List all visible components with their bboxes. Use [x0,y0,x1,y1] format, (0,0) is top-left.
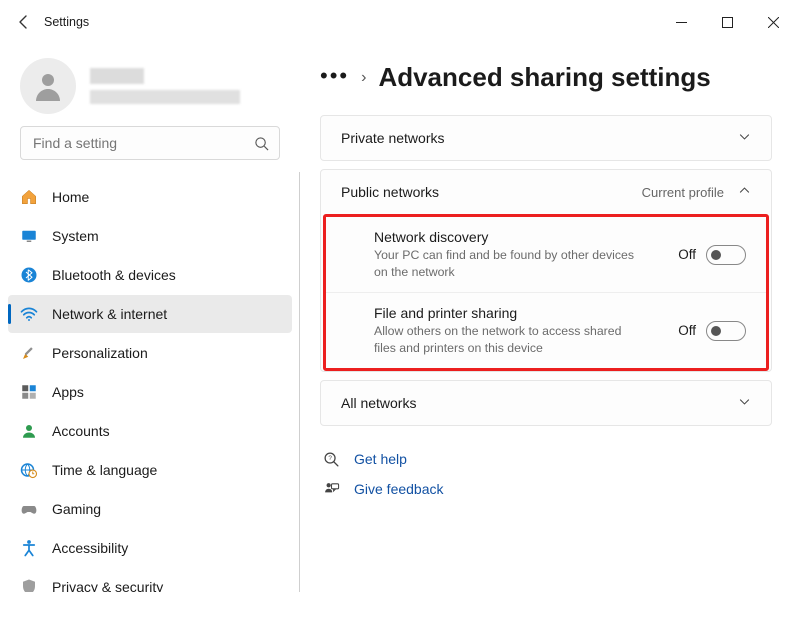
sidebar-item-label: Accounts [52,423,110,439]
minimize-icon [676,17,687,28]
nav-divider [299,172,300,592]
avatar [20,58,76,114]
setting-network-discovery: Network discovery Your PC can find and b… [326,217,766,292]
accessibility-icon [20,539,38,557]
accounts-icon [20,422,38,440]
search-icon [254,136,269,151]
arrow-left-icon [16,14,32,30]
toggle-file-printer-sharing[interactable] [706,321,746,341]
sidebar-item-label: System [52,228,99,244]
paintbrush-icon [20,344,38,362]
chevron-up-icon [738,184,751,200]
setting-title: File and printer sharing [374,305,666,321]
setting-title: Network discovery [374,229,666,245]
sidebar-item-gaming[interactable]: Gaming [8,490,292,528]
sidebar-item-label: Bluetooth & devices [52,267,176,283]
setting-description: Your PC can find and be found by other d… [374,247,644,280]
svg-text:?: ? [328,455,332,462]
sidebar-item-label: Gaming [52,501,101,517]
breadcrumb: ••• › Advanced sharing settings [320,62,772,93]
breadcrumb-ellipsis[interactable]: ••• [320,65,349,87]
link-label: Get help [354,451,407,467]
current-profile-label: Current profile [642,185,724,200]
sidebar-item-network[interactable]: Network & internet [8,295,292,333]
toggle-state-label: Off [678,323,696,338]
sidebar-item-label: Personalization [52,345,148,361]
section-all-networks[interactable]: All networks [320,380,772,426]
link-get-help[interactable]: ? Get help [320,444,772,474]
sidebar-item-home[interactable]: Home [8,178,292,216]
nav-list: Home System Bluetooth & devices Network … [0,172,300,592]
gaming-icon [20,500,38,518]
time-language-icon [20,461,38,479]
sidebar-item-accounts[interactable]: Accounts [8,412,292,450]
toggle-network-discovery[interactable] [706,245,746,265]
chevron-down-icon [738,395,751,411]
sidebar: Home System Bluetooth & devices Network … [0,44,300,633]
sidebar-item-personalization[interactable]: Personalization [8,334,292,372]
window-title: Settings [44,15,89,29]
profile-name-blurred [90,68,240,104]
sidebar-item-bluetooth[interactable]: Bluetooth & devices [8,256,292,294]
help-links: ? Get help Give feedback [320,444,772,504]
sidebar-item-time-language[interactable]: Time & language [8,451,292,489]
chevron-right-icon: › [361,69,366,87]
search-input[interactable] [31,134,254,152]
sidebar-item-system[interactable]: System [8,217,292,255]
sidebar-item-label: Network & internet [52,306,167,322]
link-label: Give feedback [354,481,444,497]
section-private-networks[interactable]: Private networks [320,115,772,161]
window-maximize-button[interactable] [704,6,750,38]
titlebar: Settings [0,0,800,44]
section-title: Public networks [341,184,439,200]
content-pane: ••• › Advanced sharing settings Private … [300,44,800,633]
section-public-header[interactable]: Public networks Current profile [321,170,771,214]
highlight-annotation: Network discovery Your PC can find and b… [323,214,769,371]
system-icon [20,227,38,245]
sidebar-item-privacy[interactable]: Privacy & security [8,568,292,592]
section-title: All networks [341,395,416,411]
setting-file-printer-sharing: File and printer sharing Allow others on… [326,292,766,368]
sidebar-item-label: Accessibility [52,540,128,556]
setting-description: Allow others on the network to access sh… [374,323,644,356]
back-button[interactable] [4,14,44,30]
search-field[interactable] [20,126,280,160]
toggle-state-label: Off [678,247,696,262]
sidebar-item-label: Home [52,189,89,205]
page-title: Advanced sharing settings [378,62,710,93]
shield-icon [20,578,38,592]
sidebar-item-accessibility[interactable]: Accessibility [8,529,292,567]
bluetooth-icon [20,266,38,284]
window-close-button[interactable] [750,6,796,38]
feedback-icon [322,480,340,498]
sidebar-item-label: Time & language [52,462,157,478]
sidebar-item-apps[interactable]: Apps [8,373,292,411]
chevron-down-icon [738,130,751,146]
section-title: Private networks [341,130,444,146]
section-public-networks: Public networks Current profile Network … [320,169,772,372]
close-icon [768,17,779,28]
sidebar-item-label: Apps [52,384,84,400]
sidebar-item-label: Privacy & security [52,579,163,592]
home-icon [20,188,38,206]
person-icon [30,68,66,104]
window-minimize-button[interactable] [658,6,704,38]
profile-block[interactable] [0,58,300,126]
maximize-icon [722,17,733,28]
apps-icon [20,383,38,401]
help-icon: ? [322,450,340,468]
wifi-icon [20,305,38,323]
link-give-feedback[interactable]: Give feedback [320,474,772,504]
